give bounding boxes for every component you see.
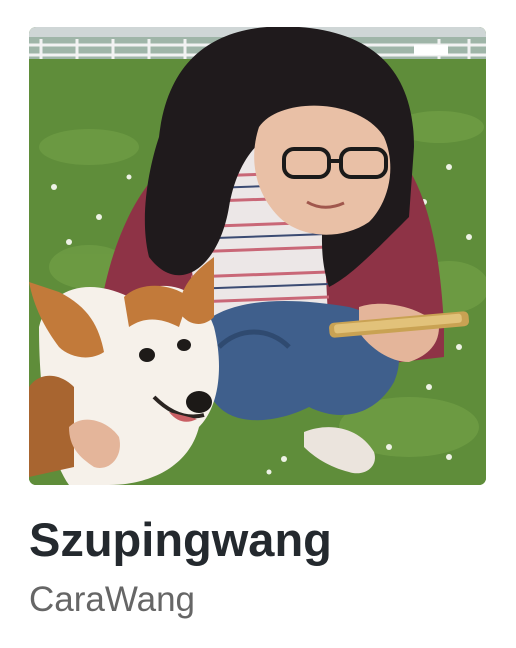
profile-card: Szupingwang CaraWang bbox=[0, 0, 516, 648]
username: CaraWang bbox=[29, 580, 195, 619]
avatar[interactable] bbox=[29, 27, 486, 485]
display-name: Szupingwang bbox=[29, 513, 332, 566]
profile-photo bbox=[29, 27, 486, 485]
